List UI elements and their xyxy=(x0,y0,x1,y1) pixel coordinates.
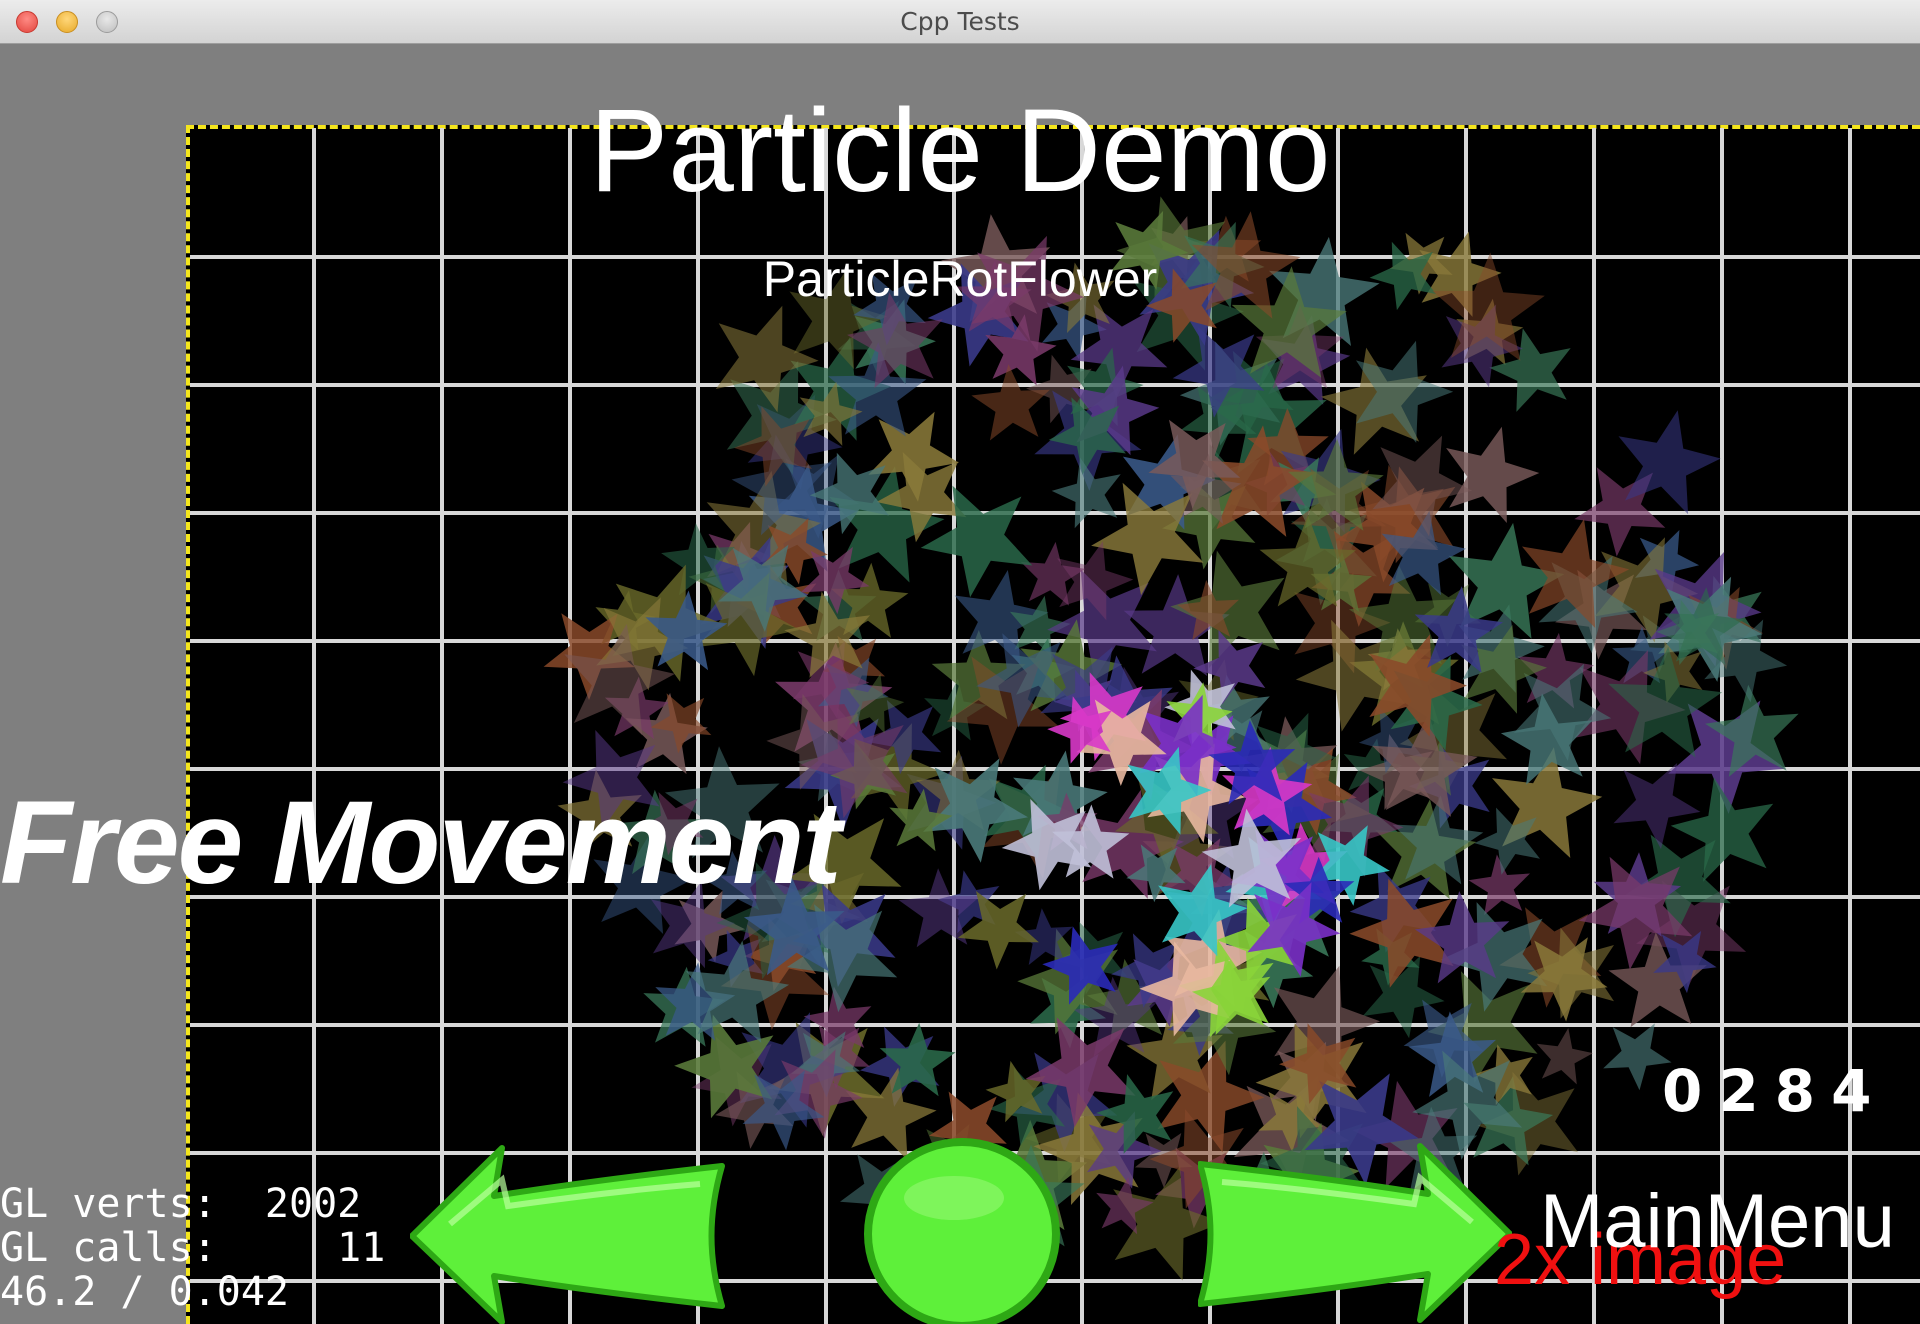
restart-button[interactable] xyxy=(862,1138,1062,1324)
scene-subtitle: ParticleRotFlower xyxy=(762,251,1158,307)
back-button[interactable] xyxy=(410,1144,732,1324)
particle-field xyxy=(190,128,1920,1324)
game-viewport: Particle Demo ParticleRotFlower Free Mov… xyxy=(0,44,1920,1324)
fps-readout: 46.2 / 0.042 xyxy=(0,1269,289,1315)
particle-count: 0284 xyxy=(1662,1057,1888,1125)
scene-title: Particle Demo xyxy=(589,85,1331,217)
gl-verts-label: GL verts: xyxy=(0,1181,217,1227)
window-title: Cpp Tests xyxy=(900,7,1020,36)
circle-icon xyxy=(864,1138,1060,1324)
particle-stars xyxy=(543,196,1799,1292)
next-button[interactable] xyxy=(1198,1142,1512,1324)
gl-calls-label: GL calls: xyxy=(0,1225,217,1271)
main-menu-button[interactable]: MainMenu xyxy=(1540,1184,1895,1260)
movement-mode-toggle[interactable]: Free Movement xyxy=(0,784,842,902)
window-titlebar: Cpp Tests xyxy=(0,0,1920,44)
gl-calls-value: 11 xyxy=(337,1225,386,1271)
right-arrow-icon xyxy=(1198,1143,1512,1323)
left-arrow-icon xyxy=(410,1145,725,1324)
gl-verts-value: 2002 xyxy=(264,1181,362,1227)
gl-stats: GL verts: 2002 GL calls: 11 46.2 / 0.042 xyxy=(0,1182,385,1314)
